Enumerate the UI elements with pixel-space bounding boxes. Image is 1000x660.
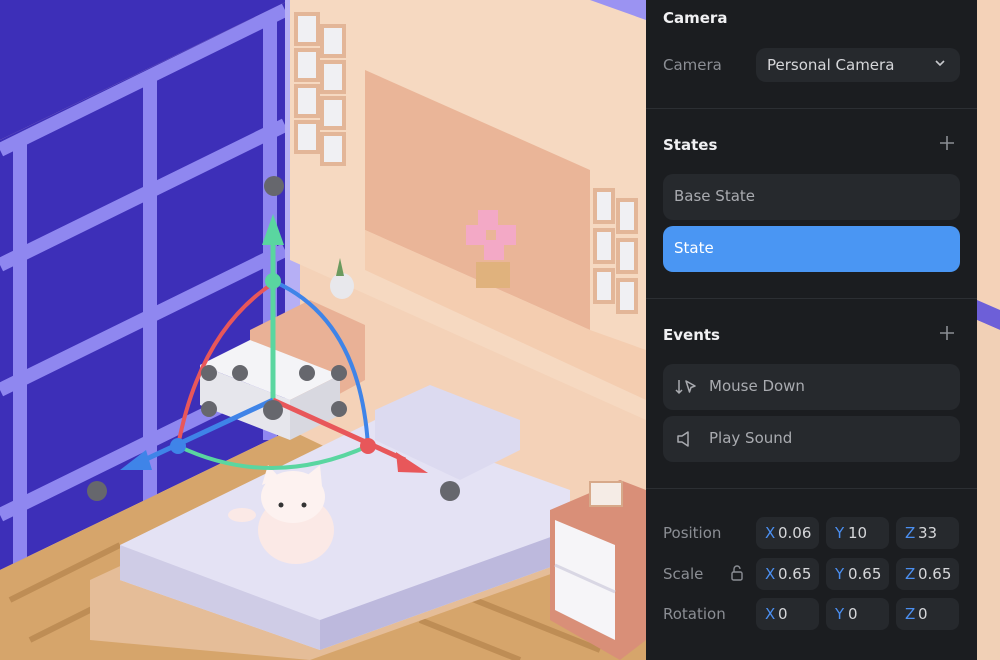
scale-x-value: 0.65 — [778, 565, 812, 583]
state-item-base[interactable]: Base State — [663, 174, 960, 220]
position-x-field[interactable]: X 0.06 — [756, 517, 819, 549]
scale-z-field[interactable]: Z 0.65 — [896, 558, 959, 590]
event-item-label: Mouse Down — [709, 377, 805, 395]
scale-label: Scale — [663, 565, 704, 583]
axis-label: Y — [835, 605, 845, 623]
axis-label: X — [765, 524, 776, 542]
state-item-label: State — [674, 239, 714, 257]
inspector-panel: Camera Camera Personal Camera States Bas… — [646, 0, 977, 660]
camera-select-value: Personal Camera — [767, 56, 895, 74]
mouse-down-icon — [675, 380, 696, 395]
scale-z-value: 0.65 — [918, 565, 952, 583]
position-y-field[interactable]: Y 10 — [826, 517, 889, 549]
position-x-value: 0.06 — [778, 524, 812, 542]
add-state-plus-icon[interactable] — [938, 134, 956, 152]
camera-select[interactable]: Personal Camera — [756, 48, 960, 82]
lock-icon[interactable] — [730, 564, 744, 582]
states-section-title: States — [663, 136, 718, 154]
state-item-label: Base State — [674, 187, 755, 205]
rotation-x-value: 0 — [778, 605, 788, 623]
divider — [646, 108, 977, 109]
chevron-down-icon — [935, 60, 945, 67]
scale-y-value: 0.65 — [848, 565, 882, 583]
state-item-selected[interactable]: State — [663, 226, 960, 272]
scale-y-field[interactable]: Y 0.65 — [826, 558, 889, 590]
axis-label: Y — [835, 565, 845, 583]
axis-label: X — [765, 605, 776, 623]
position-y-value: 10 — [848, 524, 868, 542]
rotation-y-field[interactable]: Y 0 — [826, 598, 889, 630]
event-item-mouse-down[interactable]: Mouse Down — [663, 364, 960, 410]
camera-label: Camera — [663, 56, 722, 74]
position-z-field[interactable]: Z 33 — [896, 517, 959, 549]
rotation-z-value: 0 — [918, 605, 928, 623]
divider — [646, 298, 977, 299]
axis-label: Z — [905, 605, 916, 623]
rotation-x-field[interactable]: X 0 — [756, 598, 819, 630]
speaker-icon — [677, 431, 689, 447]
rotation-y-value: 0 — [848, 605, 858, 623]
rotation-z-field[interactable]: Z 0 — [896, 598, 959, 630]
scale-x-field[interactable]: X 0.65 — [756, 558, 819, 590]
rotation-label: Rotation — [663, 605, 726, 623]
axis-label: Z — [905, 524, 916, 542]
position-label: Position — [663, 524, 722, 542]
axis-label: X — [765, 565, 776, 583]
axis-label: Z — [905, 565, 916, 583]
add-event-plus-icon[interactable] — [938, 324, 956, 342]
divider — [646, 488, 977, 489]
axis-label: Y — [835, 524, 845, 542]
position-z-value: 33 — [918, 524, 938, 542]
camera-section-title: Camera — [663, 9, 728, 27]
event-item-label: Play Sound — [709, 429, 793, 447]
event-item-play-sound[interactable]: Play Sound — [663, 416, 960, 462]
events-section-title: Events — [663, 326, 720, 344]
